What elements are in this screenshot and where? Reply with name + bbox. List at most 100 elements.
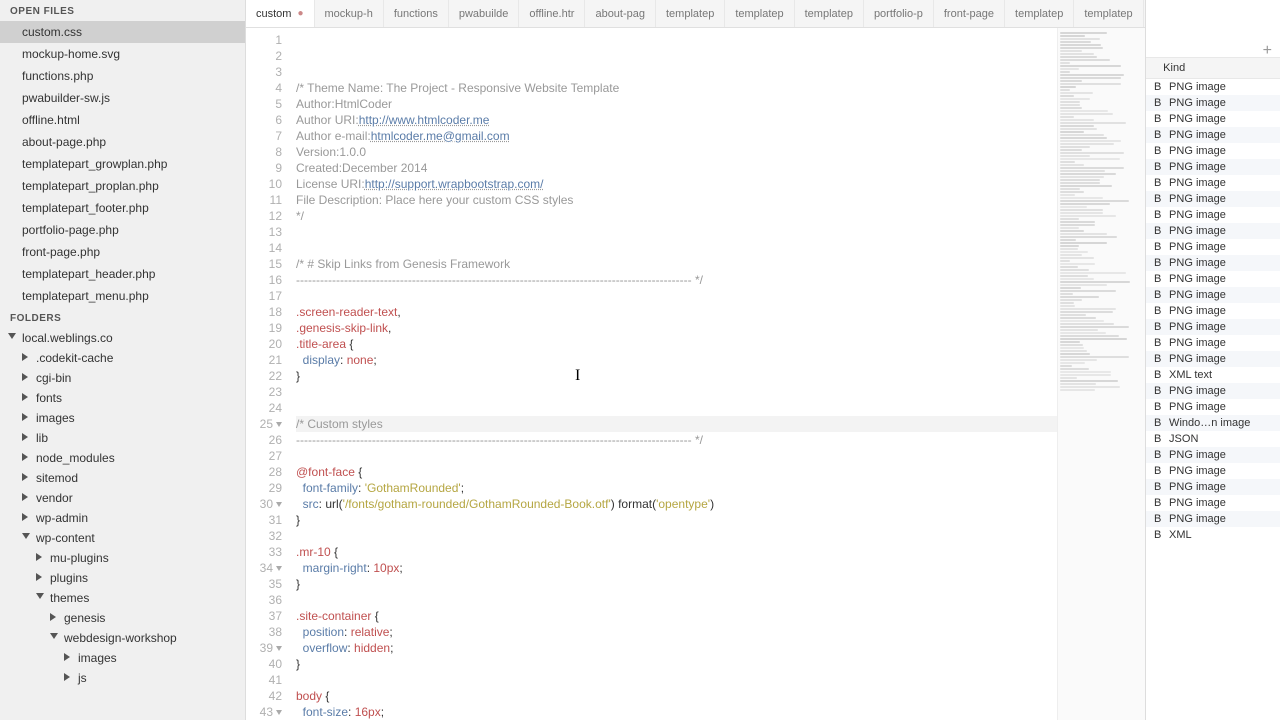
- finder-row[interactable]: B PNG image: [1146, 159, 1280, 175]
- editor-tab[interactable]: templatep: [1074, 0, 1143, 27]
- tab-label: front-page: [944, 8, 994, 20]
- minimap-line: [1060, 356, 1129, 358]
- plus-icon[interactable]: +: [1263, 42, 1272, 60]
- open-file-item[interactable]: templatepart_header.php: [0, 263, 245, 285]
- chevron-right-icon: [22, 473, 32, 483]
- finder-row[interactable]: B Windo…n image: [1146, 415, 1280, 431]
- folder-item[interactable]: sitemod: [0, 468, 245, 488]
- open-file-item[interactable]: templatepart_footer.php: [0, 197, 245, 219]
- finder-row[interactable]: B PNG image: [1146, 111, 1280, 127]
- minimap-line: [1060, 272, 1126, 274]
- folder-item[interactable]: fonts: [0, 388, 245, 408]
- folder-item[interactable]: node_modules: [0, 448, 245, 468]
- finder-row[interactable]: B PNG image: [1146, 271, 1280, 287]
- folder-item[interactable]: js: [0, 668, 245, 688]
- finder-row[interactable]: B PNG image: [1146, 479, 1280, 495]
- finder-row[interactable]: B PNG image: [1146, 191, 1280, 207]
- open-file-item[interactable]: portfolio-page.php: [0, 219, 245, 241]
- finder-row[interactable]: B PNG image: [1146, 207, 1280, 223]
- editor-tab[interactable]: functions: [384, 0, 449, 27]
- finder-row[interactable]: B PNG image: [1146, 383, 1280, 399]
- folder-root[interactable]: local.weblings.co: [0, 328, 245, 348]
- minimap-line: [1060, 218, 1079, 220]
- editor-main: custom●mockup-hfunctionspwabuildeoffline…: [246, 0, 1145, 720]
- editor-tab[interactable]: custom●: [246, 0, 315, 27]
- open-file-item[interactable]: mockup-home.svg: [0, 43, 245, 65]
- folder-item[interactable]: mu-plugins: [0, 548, 245, 568]
- finder-row[interactable]: B PNG image: [1146, 399, 1280, 415]
- minimap-line: [1060, 344, 1083, 346]
- editor-tab[interactable]: offline.htr: [519, 0, 585, 27]
- editor-tab[interactable]: templatep: [795, 0, 864, 27]
- open-file-item[interactable]: templatepart_menu.php: [0, 285, 245, 307]
- folder-item[interactable]: webdesign-workshop: [0, 628, 245, 648]
- open-file-item[interactable]: custom.css: [0, 21, 245, 43]
- editor-tab[interactable]: templatep: [725, 0, 794, 27]
- line-number: 28: [246, 464, 282, 480]
- finder-row[interactable]: B PNG image: [1146, 335, 1280, 351]
- editor-tab[interactable]: pwabuilde: [449, 0, 520, 27]
- editor-tab[interactable]: portfolio-p: [864, 0, 934, 27]
- finder-row[interactable]: B PNG image: [1146, 79, 1280, 95]
- minimap-line: [1060, 38, 1100, 40]
- open-file-item[interactable]: pwabuilder-sw.js: [0, 87, 245, 109]
- minimap-line: [1060, 74, 1124, 76]
- open-file-item[interactable]: offline.html: [0, 109, 245, 131]
- folder-item[interactable]: themes: [0, 588, 245, 608]
- finder-row[interactable]: B PNG image: [1146, 223, 1280, 239]
- folder-label: lib: [36, 431, 48, 445]
- kind-label: PNG image: [1166, 513, 1226, 525]
- finder-row[interactable]: B PNG image: [1146, 447, 1280, 463]
- finder-row[interactable]: B PNG image: [1146, 511, 1280, 527]
- folder-item[interactable]: .codekit-cache: [0, 348, 245, 368]
- folder-item[interactable]: images: [0, 408, 245, 428]
- minimap[interactable]: [1057, 28, 1145, 720]
- folder-label: genesis: [64, 611, 105, 625]
- editor-tab[interactable]: about-pag: [585, 0, 656, 27]
- finder-row[interactable]: B PNG image: [1146, 495, 1280, 511]
- folder-item[interactable]: vendor: [0, 488, 245, 508]
- minimap-line: [1060, 152, 1124, 154]
- finder-row[interactable]: B PNG image: [1146, 127, 1280, 143]
- finder-row[interactable]: B PNG image: [1146, 319, 1280, 335]
- folder-item[interactable]: wp-content: [0, 528, 245, 548]
- size-suffix: B: [1154, 241, 1166, 253]
- code-line: font-family: 'GothamRounded';: [296, 480, 1057, 496]
- code-line: [296, 384, 1057, 400]
- minimap-line: [1060, 59, 1110, 61]
- finder-row[interactable]: B XML: [1146, 527, 1280, 543]
- folder-item[interactable]: images: [0, 648, 245, 668]
- open-file-item[interactable]: front-page.php: [0, 241, 245, 263]
- editor-tab[interactable]: templatep: [656, 0, 725, 27]
- folder-item[interactable]: genesis: [0, 608, 245, 628]
- code-area[interactable]: I /* Theme Name: The Project - Responsiv…: [290, 28, 1057, 720]
- editor-tab[interactable]: templatep: [1005, 0, 1074, 27]
- finder-row[interactable]: B JSON: [1146, 431, 1280, 447]
- open-file-item[interactable]: templatepart_proplan.php: [0, 175, 245, 197]
- line-number: 10: [246, 176, 282, 192]
- finder-row[interactable]: B PNG image: [1146, 239, 1280, 255]
- finder-row[interactable]: B PNG image: [1146, 175, 1280, 191]
- editor-tab[interactable]: front-page: [934, 0, 1005, 27]
- editor-tab[interactable]: mockup-h: [315, 0, 384, 27]
- minimap-line: [1060, 386, 1120, 388]
- folder-item[interactable]: plugins: [0, 568, 245, 588]
- open-file-item[interactable]: functions.php: [0, 65, 245, 87]
- finder-row[interactable]: B PNG image: [1146, 143, 1280, 159]
- finder-row[interactable]: B PNG image: [1146, 255, 1280, 271]
- folder-item[interactable]: cgi-bin: [0, 368, 245, 388]
- minimap-line: [1060, 209, 1103, 211]
- finder-row[interactable]: B PNG image: [1146, 303, 1280, 319]
- finder-column-kind[interactable]: Kind: [1146, 58, 1280, 79]
- finder-row[interactable]: B PNG image: [1146, 95, 1280, 111]
- open-file-item[interactable]: templatepart_growplan.php: [0, 153, 245, 175]
- finder-row[interactable]: B PNG image: [1146, 463, 1280, 479]
- open-file-item[interactable]: about-page.php: [0, 131, 245, 153]
- finder-row[interactable]: B PNG image: [1146, 351, 1280, 367]
- finder-row[interactable]: B PNG image: [1146, 287, 1280, 303]
- line-number: 35: [246, 576, 282, 592]
- folder-item[interactable]: lib: [0, 428, 245, 448]
- finder-row[interactable]: B XML text: [1146, 367, 1280, 383]
- folder-item[interactable]: wp-admin: [0, 508, 245, 528]
- code-line: .title-area {: [296, 336, 1057, 352]
